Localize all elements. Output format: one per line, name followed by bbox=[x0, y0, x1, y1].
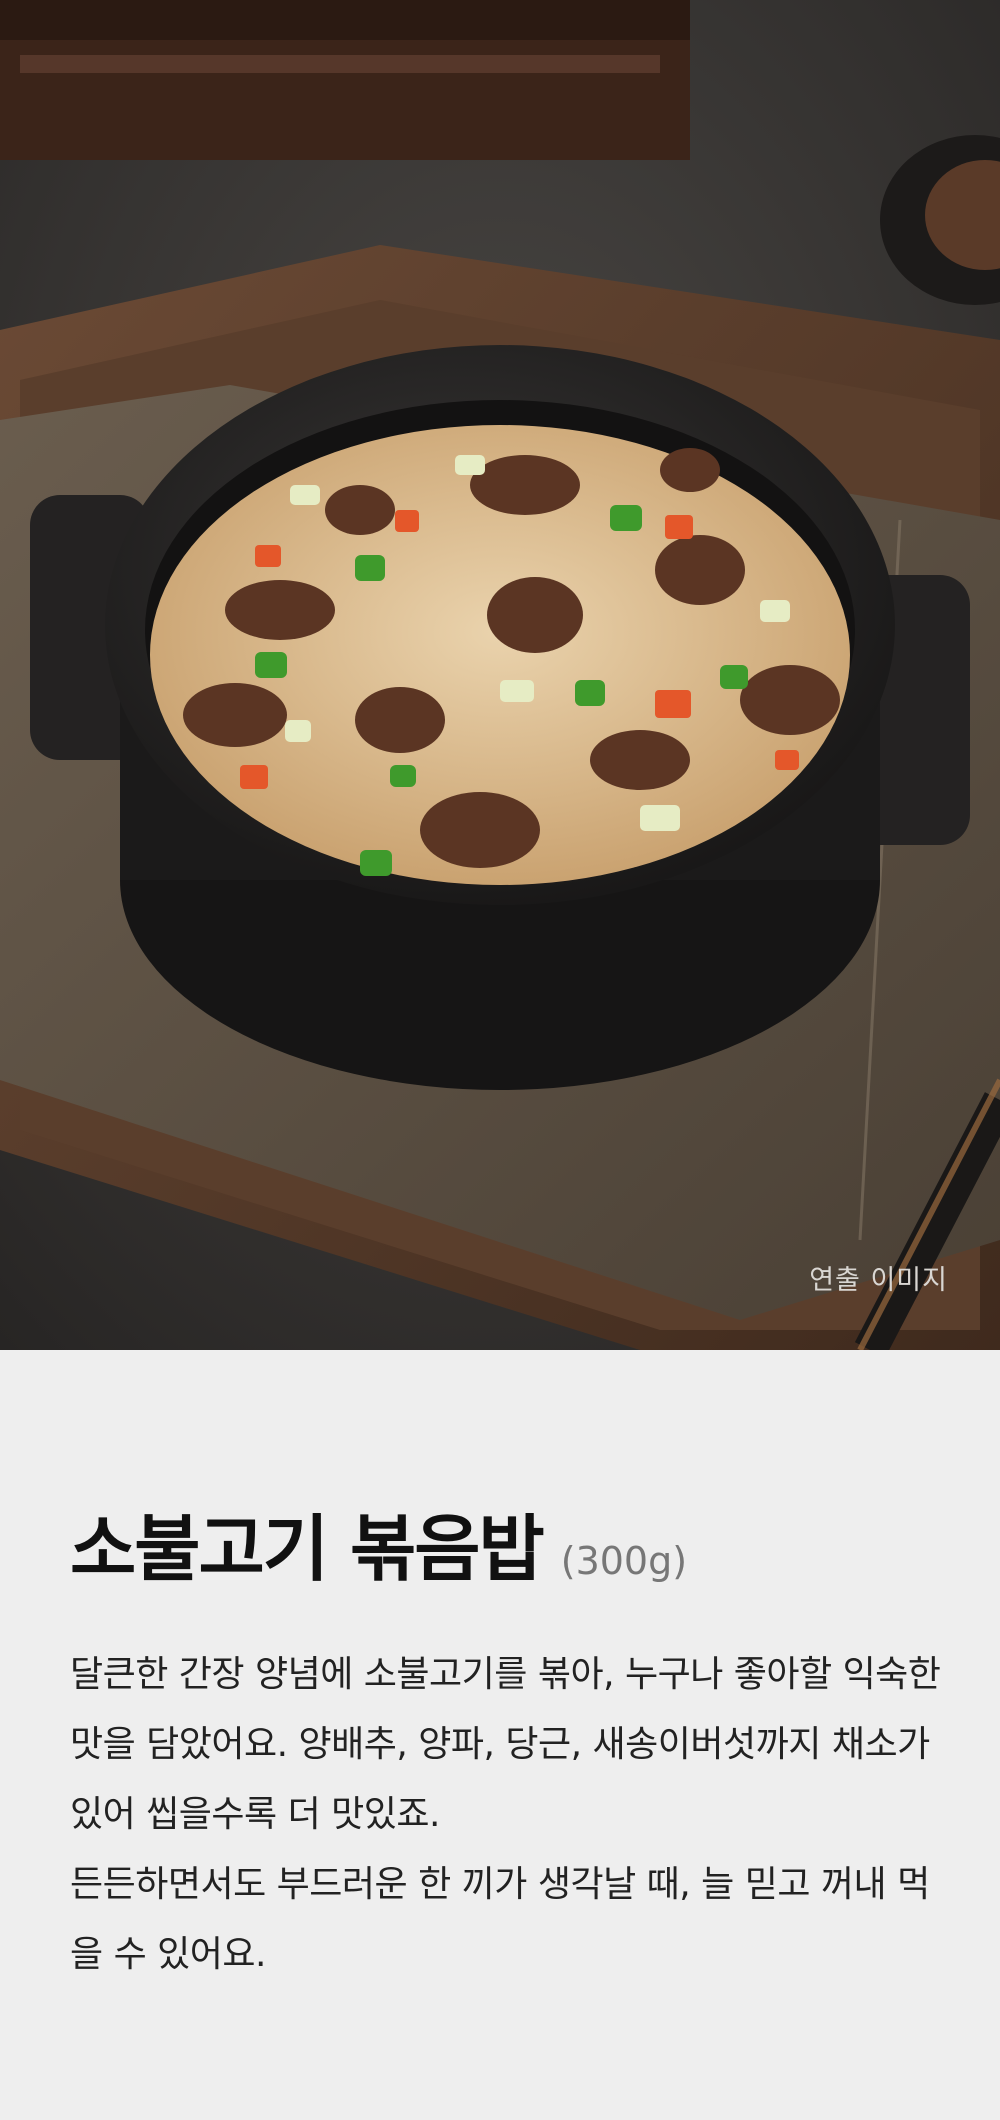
image-caption: 연출 이미지 bbox=[809, 1265, 948, 1296]
fried-rice-photo bbox=[0, 0, 1000, 1350]
product-title-row: 소불고기 볶음밥 (300g) bbox=[70, 1490, 687, 1595]
product-name: 소불고기 볶음밥 bbox=[70, 1507, 545, 1591]
description-paragraph: 달큰한 간장 양념에 소불고기를 볶아, 누구나 좋아할 익숙한 맛을 담았어요… bbox=[70, 1654, 941, 1835]
product-weight: (300g) bbox=[560, 1539, 688, 1583]
product-hero-image: 연출 이미지 bbox=[0, 0, 1000, 1350]
description-paragraph: 든든하면서도 부드러운 한 끼가 생각날 때, 늘 믿고 꺼내 먹을 수 있어요… bbox=[70, 1864, 930, 1975]
product-info: 소불고기 볶음밥 (300g) 달큰한 간장 양념에 소불고기를 볶아, 누구나… bbox=[0, 1350, 1000, 2120]
product-description: 달큰한 간장 양념에 소불고기를 볶아, 누구나 좋아할 익숙한 맛을 담았어요… bbox=[70, 1640, 950, 1990]
